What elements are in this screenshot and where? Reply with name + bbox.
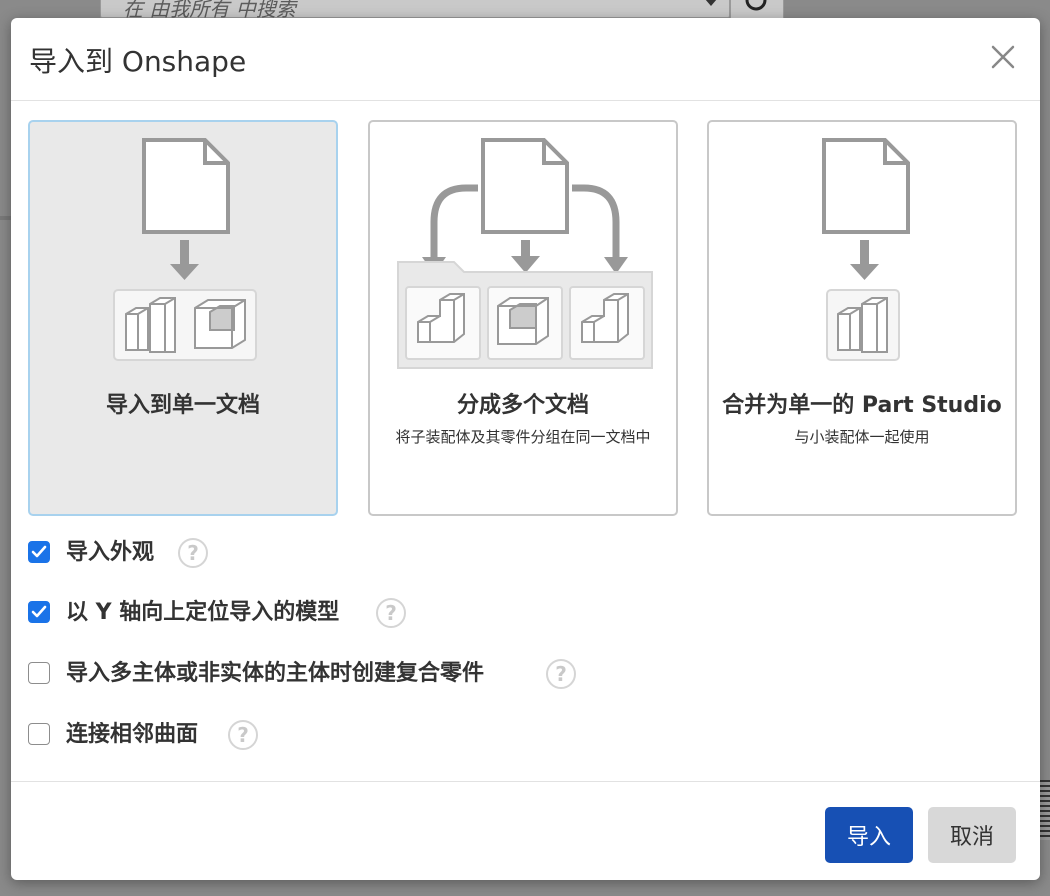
close-icon — [991, 45, 1015, 69]
option-card-single-document[interactable]: 导入到单一文档 — [28, 120, 338, 516]
arrow-down-icon — [170, 240, 199, 280]
checkbox-label: 连接相邻曲面 — [66, 722, 199, 747]
checkbox[interactable] — [28, 723, 50, 745]
option-card-single-part-studio[interactable]: 合并为单一的 Part Studio 与小装配体一起使用 — [707, 120, 1017, 516]
checkbox[interactable] — [28, 662, 50, 684]
chevron-down-icon — [705, 0, 717, 6]
footer-divider — [11, 781, 1040, 782]
document-icon — [822, 138, 910, 234]
background-search-button — [730, 0, 784, 19]
background-fragment — [1040, 780, 1050, 840]
multiple-documents-illustration — [397, 138, 653, 369]
option-card-title: 导入到单一文档 — [105, 393, 260, 418]
close-button[interactable] — [988, 42, 1018, 72]
checkbox-label: 以 Y 轴向上定位导入的模型 — [66, 600, 340, 625]
part-studio-illustration — [822, 138, 910, 361]
checkbox-label: 导入外观 — [66, 540, 155, 565]
search-icon — [745, 0, 767, 11]
checkbox-label: 导入多主体或非实体的主体时创建复合零件 — [66, 661, 485, 686]
checkmark-icon — [31, 605, 47, 618]
dialog-header: 导入到 Onshape — [11, 18, 1040, 101]
help-icon[interactable]: ? — [546, 659, 576, 689]
document-icon — [481, 138, 569, 234]
cube-part-icon — [487, 286, 563, 360]
l-bracket-part-icon — [405, 286, 481, 360]
help-icon[interactable]: ? — [178, 538, 208, 568]
help-icon[interactable]: ? — [376, 598, 406, 628]
option-card-multiple-documents[interactable]: 分成多个文档 将子装配体及其零件分组在同一文档中 — [368, 120, 678, 516]
help-icon[interactable]: ? — [228, 720, 258, 750]
dialog-title: 导入到 Onshape — [29, 45, 247, 78]
checkbox[interactable] — [28, 541, 50, 563]
background-search-input: 在 由我所有 中搜索 — [100, 0, 730, 21]
option-card-subtitle: 将子装配体及其零件分组在同一文档中 — [395, 428, 651, 446]
import-button[interactable]: 导入 — [825, 807, 913, 863]
option-card-subtitle: 与小装配体一起使用 — [794, 428, 930, 446]
arrow-down-icon — [850, 240, 879, 280]
checkmark-icon — [31, 545, 47, 558]
single-document-illustration — [113, 138, 257, 361]
option-card-title: 合并为单一的 Part Studio — [722, 393, 1002, 418]
import-dialog: 导入到 Onshape 导入到单一文档 分成多个文档 将子装配体及其零件分组在同… — [11, 18, 1040, 880]
document-icon — [142, 138, 230, 234]
cancel-button[interactable]: 取消 — [928, 807, 1016, 863]
cube-part-icon — [194, 299, 246, 349]
checkbox[interactable] — [28, 601, 50, 623]
option-card-title: 分成多个文档 — [456, 393, 589, 418]
l-bracket-part-icon — [569, 286, 645, 360]
